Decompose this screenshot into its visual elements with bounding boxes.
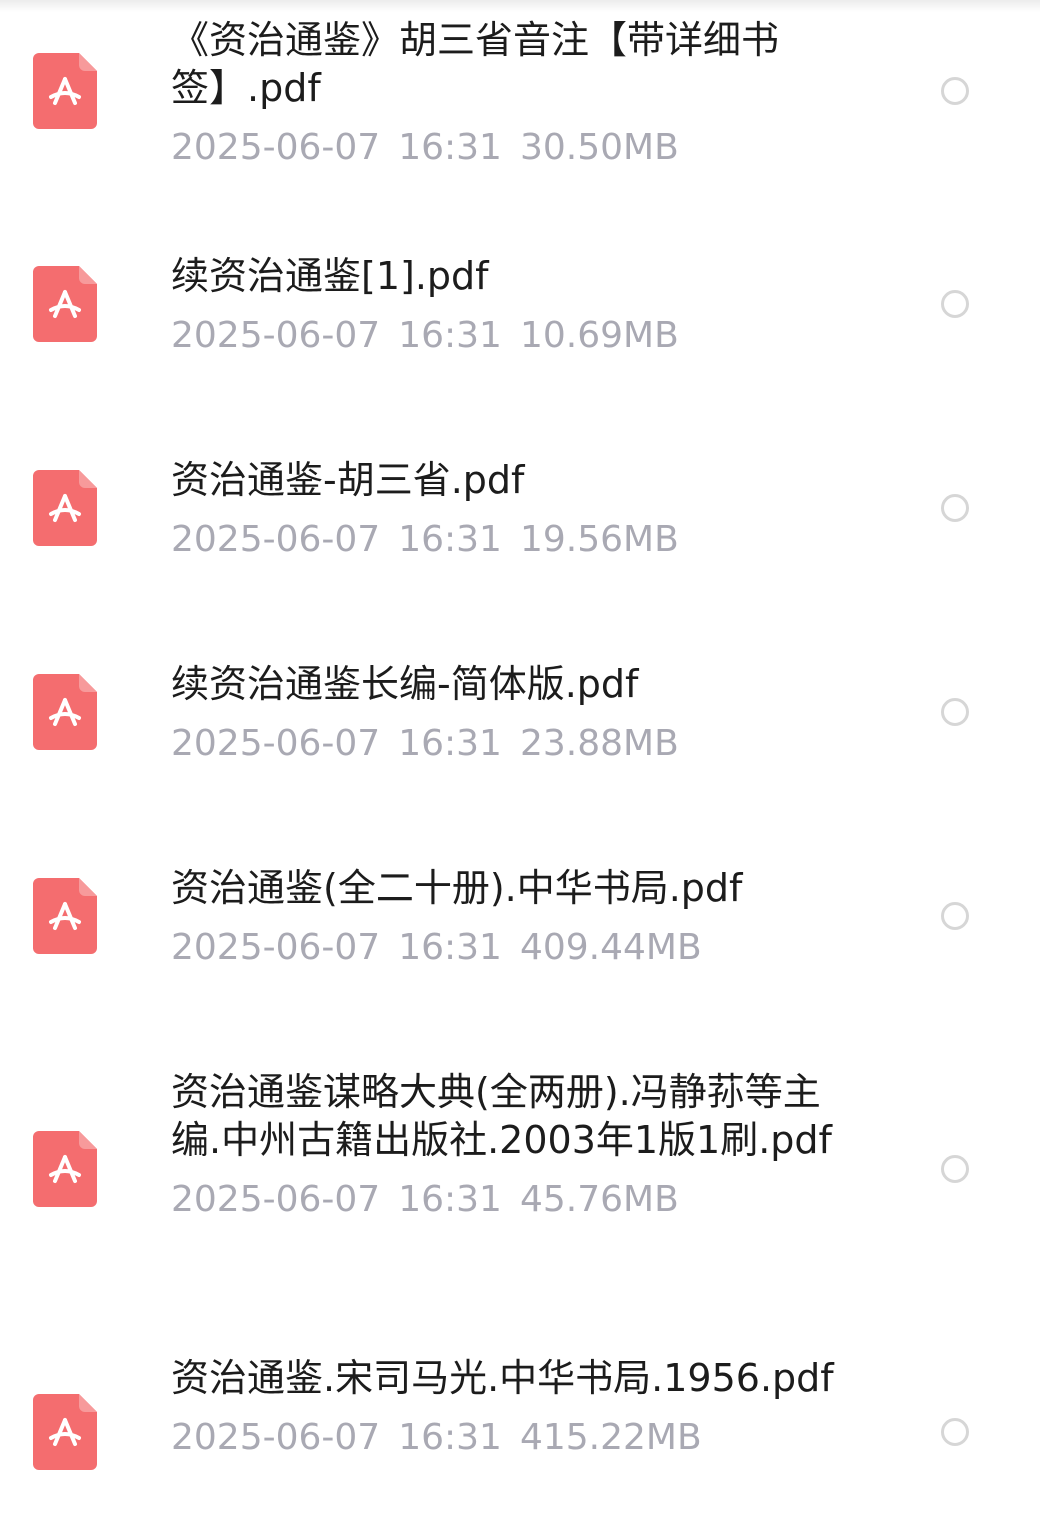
file-time: 16:31 — [398, 315, 502, 356]
file-time: 16:31 — [398, 1179, 502, 1220]
file-name: 资治通鉴.宋司马光.中华书局.1956.pdf — [171, 1356, 834, 1400]
file-date: 2025-06-07 — [171, 723, 381, 764]
radio-unchecked-icon[interactable] — [941, 698, 969, 726]
file-date: 2025-06-07 — [171, 1179, 381, 1220]
file-size: 23.88MB — [519, 723, 679, 764]
file-info: 《资治通鉴》胡三省音注【带详细书签】.pdf 2025-06-07 16:31 30… — [171, 16, 851, 170]
file-time: 16:31 — [398, 519, 502, 560]
pdf-file-icon — [33, 674, 97, 750]
file-name: 资治通鉴-胡三省.pdf — [171, 458, 525, 502]
file-row[interactable]: 资治通鉴.宋司马光.中华书局.1956.pdf 2025-06-07 16:31 4… — [0, 1306, 1040, 1531]
file-row[interactable]: 资治通鉴-胡三省.pdf 2025-06-07 16:31 19.56MB — [0, 408, 1040, 612]
file-info: 资治通鉴谋略大典(全两册).冯静荪等主编.中州古籍出版社.2003年1版1刷.p… — [171, 1068, 851, 1222]
radio-unchecked-icon[interactable] — [941, 290, 969, 318]
file-meta: 2025-06-07 16:31 415.22MB — [171, 1416, 851, 1460]
file-meta: 2025-06-07 16:31 23.88MB — [171, 722, 851, 766]
pdf-file-icon — [33, 1394, 97, 1470]
radio-unchecked-icon[interactable] — [941, 902, 969, 930]
file-name: 《资治通鉴》胡三省音注【带详细书签】.pdf — [171, 18, 780, 110]
file-date: 2025-06-07 — [171, 927, 381, 968]
file-info: 续资治通鉴[1].pdf 2025-06-07 16:31 10.69MB — [171, 252, 851, 358]
pdf-file-icon — [33, 878, 97, 954]
pdf-file-icon — [33, 1131, 97, 1207]
file-info: 资治通鉴-胡三省.pdf 2025-06-07 16:31 19.56MB — [171, 456, 851, 562]
file-meta: 2025-06-07 16:31 45.76MB — [171, 1178, 851, 1222]
radio-unchecked-icon[interactable] — [941, 494, 969, 522]
pdf-file-icon — [33, 53, 97, 129]
file-row[interactable]: 《资治通鉴》胡三省音注【带详细书签】.pdf 2025-06-07 16:31 30… — [0, 0, 1040, 200]
file-date: 2025-06-07 — [171, 127, 381, 168]
file-size: 19.56MB — [519, 519, 679, 560]
file-row[interactable]: 资治通鉴谋略大典(全两册).冯静荪等主编.中州古籍出版社.2003年1版1刷.p… — [0, 1020, 1040, 1306]
file-meta: 2025-06-07 16:31 10.69MB — [171, 314, 851, 358]
file-info: 资治通鉴(全二十册).中华书局.pdf 2025-06-07 16:31 409.4… — [171, 864, 851, 970]
file-meta: 2025-06-07 16:31 409.44MB — [171, 926, 851, 970]
file-size: 30.50MB — [519, 127, 679, 168]
file-name: 资治通鉴谋略大典(全两册).冯静荪等主编.中州古籍出版社.2003年1版1刷.p… — [171, 1070, 832, 1162]
file-row[interactable]: 资治通鉴(全二十册).中华书局.pdf 2025-06-07 16:31 409.4… — [0, 816, 1040, 1020]
file-time: 16:31 — [398, 1417, 502, 1458]
file-time: 16:31 — [398, 927, 502, 968]
file-row[interactable]: 续资治通鉴[1].pdf 2025-06-07 16:31 10.69MB — [0, 200, 1040, 408]
file-name: 资治通鉴(全二十册).中华书局.pdf — [171, 866, 743, 910]
file-date: 2025-06-07 — [171, 315, 381, 356]
radio-unchecked-icon[interactable] — [941, 77, 969, 105]
file-size: 10.69MB — [519, 315, 679, 356]
file-name: 续资治通鉴[1].pdf — [171, 254, 489, 298]
file-name: 续资治通鉴长编-简体版.pdf — [171, 662, 639, 706]
radio-unchecked-icon[interactable] — [941, 1418, 969, 1446]
file-size: 415.22MB — [519, 1417, 702, 1458]
file-date: 2025-06-07 — [171, 1417, 381, 1458]
pdf-file-icon — [33, 470, 97, 546]
file-size: 45.76MB — [519, 1179, 679, 1220]
file-info: 资治通鉴.宋司马光.中华书局.1956.pdf 2025-06-07 16:31 4… — [171, 1354, 851, 1460]
file-size: 409.44MB — [519, 927, 702, 968]
file-date: 2025-06-07 — [171, 519, 381, 560]
file-info: 续资治通鉴长编-简体版.pdf 2025-06-07 16:31 23.88MB — [171, 660, 851, 766]
file-time: 16:31 — [398, 723, 502, 764]
pdf-file-icon — [33, 266, 97, 342]
file-meta: 2025-06-07 16:31 30.50MB — [171, 126, 851, 170]
file-row[interactable]: 续资治通鉴长编-简体版.pdf 2025-06-07 16:31 23.88MB — [0, 612, 1040, 816]
file-time: 16:31 — [398, 127, 502, 168]
file-meta: 2025-06-07 16:31 19.56MB — [171, 518, 851, 562]
radio-unchecked-icon[interactable] — [941, 1155, 969, 1183]
